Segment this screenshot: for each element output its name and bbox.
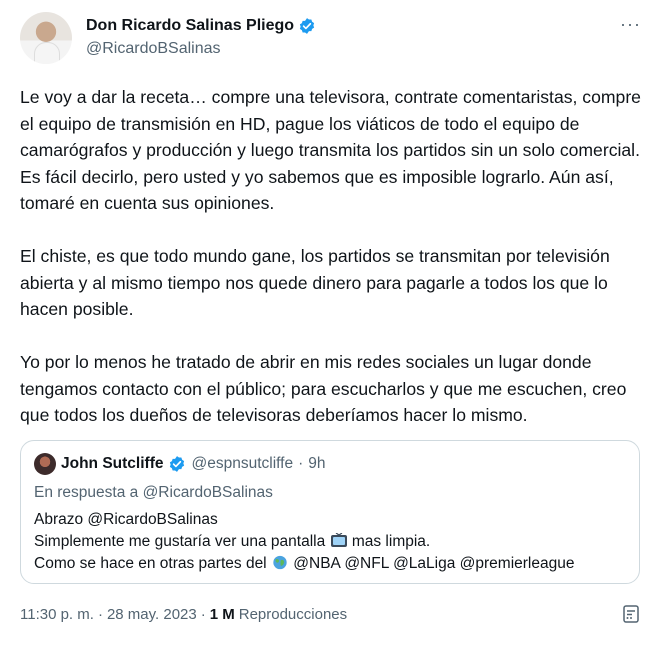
quoted-line-part: mas limpia. [351, 533, 431, 550]
tweet-body: Le voy a dar la receta… compre una telev… [20, 84, 645, 455]
post-date[interactable]: 28 may. 2023 [107, 606, 197, 623]
quoted-tweet[interactable]: John Sutcliffe @espnsutcliffe · 9h En re… [20, 440, 640, 584]
quoted-line: Abrazo @RicardoBSalinas [34, 511, 218, 528]
tweet-header: Don Ricardo Salinas Pliego @RicardoBSali… [20, 12, 645, 64]
verified-badge-icon [299, 18, 315, 34]
quoted-author-name[interactable]: John Sutcliffe [61, 455, 163, 473]
quoted-line-part: @NBA @NFL @LaLiga @premierleague [293, 555, 575, 572]
separator-dot: · [200, 606, 206, 623]
separator-dot: · [97, 606, 103, 623]
separator-dot: · [298, 455, 304, 472]
quoted-line: Como se hace en otras partes del @NBA @N… [34, 553, 574, 575]
tweet: Don Ricardo Salinas Pliego @RicardoBSali… [0, 0, 659, 645]
quoted-tweet-header: John Sutcliffe @espnsutcliffe · 9h [34, 453, 326, 475]
view-analytics-icon[interactable] [621, 604, 641, 624]
post-time[interactable]: 11:30 p. m. [20, 606, 94, 623]
author-name[interactable]: Don Ricardo Salinas Pliego [86, 17, 294, 35]
quoted-line-part: Simplemente me gustaría ver una pantalla [34, 533, 326, 550]
tweet-paragraph: Yo por lo menos he tratado de abrir en m… [20, 352, 627, 425]
author-name-row[interactable]: Don Ricardo Salinas Pliego [86, 17, 316, 35]
views-label: Reproducciones [238, 606, 348, 623]
quoted-avatar[interactable] [34, 453, 56, 475]
quoted-timestamp[interactable]: 9h [308, 455, 325, 473]
television-emoji-icon [330, 533, 347, 547]
globe-emoji-icon [273, 555, 287, 570]
verified-badge-icon [170, 456, 185, 472]
quoted-text: Abrazo @RicardoBSalinas Simplemente me g… [34, 509, 574, 575]
quoted-line-part: Como se hace en otras partes del [34, 555, 267, 572]
tweet-metadata: 11:30 p. m. · 28 may. 2023 · 1 M Reprodu… [20, 606, 347, 623]
tweet-paragraph: El chiste, es que todo mundo gane, los p… [20, 246, 610, 319]
author-handle[interactable]: @RicardoBSalinas [86, 40, 221, 58]
views-count: 1 M [209, 606, 235, 623]
avatar[interactable] [20, 12, 72, 64]
tweet-paragraph: Le voy a dar la receta… compre una telev… [20, 87, 641, 213]
reply-context[interactable]: En respuesta a @RicardoBSalinas [34, 484, 273, 502]
quoted-author-handle[interactable]: @espnsutcliffe [191, 455, 293, 473]
quoted-line: Simplemente me gustaría ver una pantalla… [34, 531, 574, 553]
more-options-icon[interactable]: ··· [620, 14, 641, 35]
